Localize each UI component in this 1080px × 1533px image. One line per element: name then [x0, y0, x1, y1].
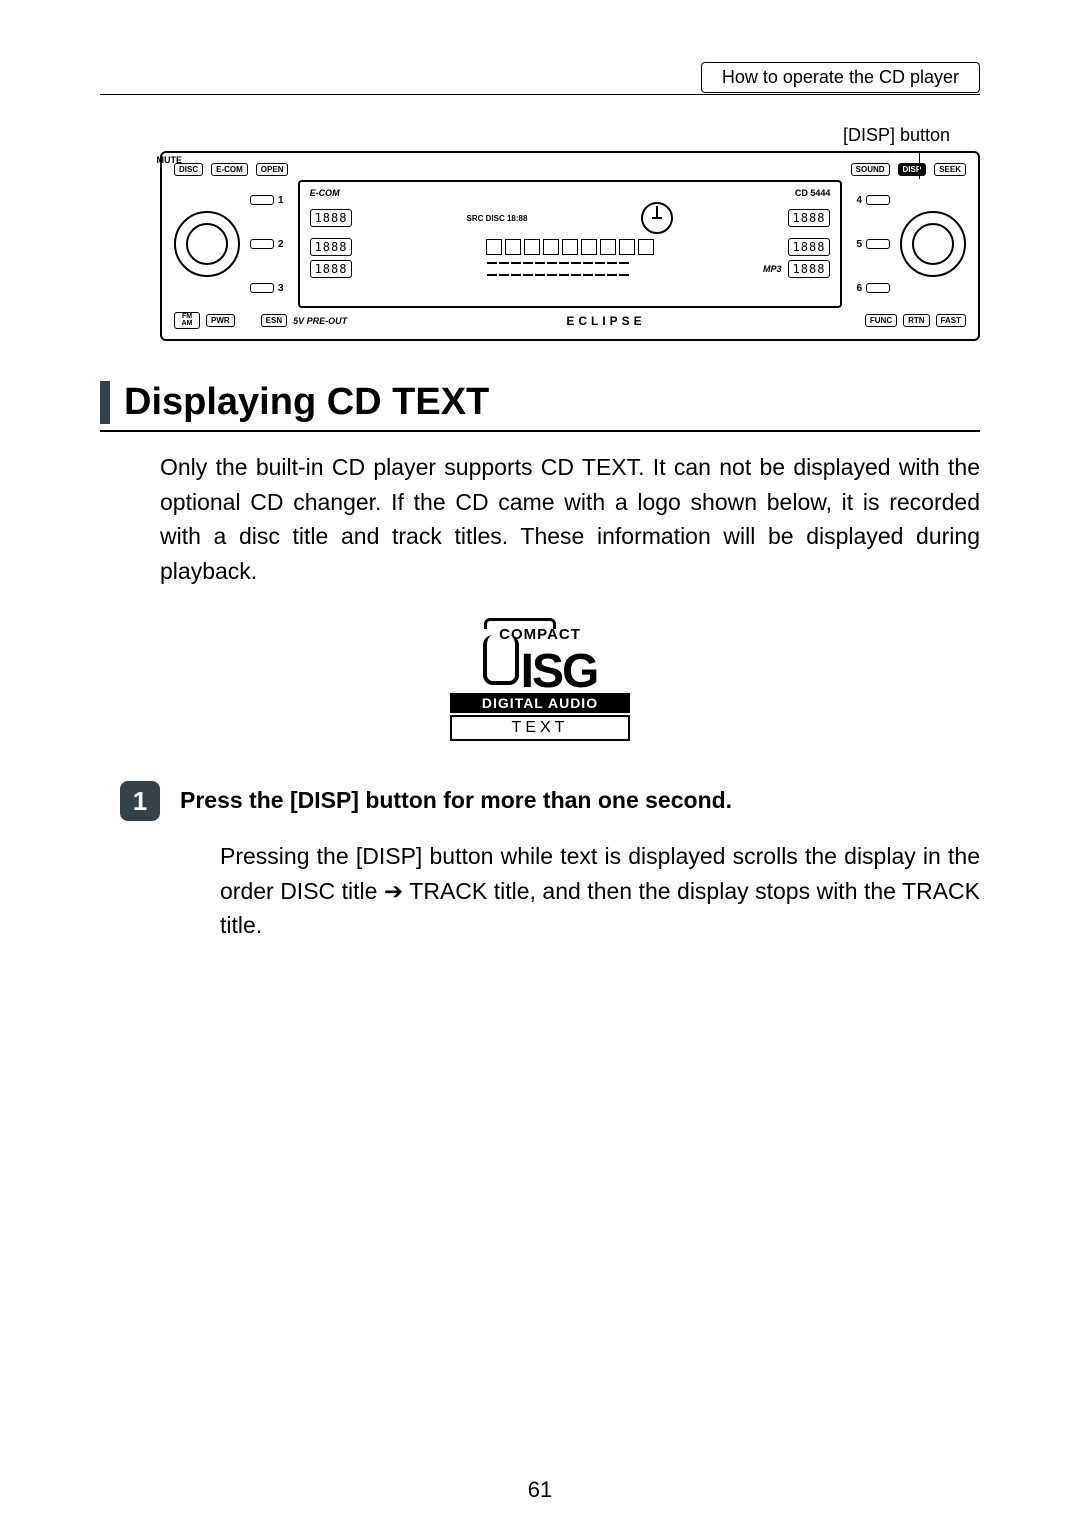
preout-label: 5V PRE-OUT: [293, 316, 347, 326]
lcd-matrix-row: [358, 239, 781, 255]
pwr-button: PWR: [206, 314, 235, 327]
preset-2: 2: [278, 239, 284, 250]
volume-knob: [174, 211, 240, 277]
select-knob: [900, 211, 966, 277]
lcd-brand: E-COM: [310, 188, 340, 198]
eclipse-brand: ECLIPSE: [566, 314, 645, 328]
preset-6: 6: [856, 283, 862, 294]
sound-button: SOUND: [851, 163, 890, 176]
ecom-button: E-COM: [211, 163, 248, 176]
callout-leader-line: [919, 151, 920, 179]
section-title: Displaying CD TEXT: [124, 381, 489, 424]
preset-col-right: 4 5 6: [856, 180, 890, 308]
step-title: Press the [DISP] button for more than on…: [180, 787, 732, 814]
device-bottom-row: FMAM PWR ESN 5V PRE-OUT ECLIPSE FUNC RTN…: [174, 312, 966, 329]
step-body: Pressing the [DISP] button while text is…: [220, 839, 980, 943]
logo-disc: ISG: [450, 643, 630, 693]
fm-am-button: FMAM: [174, 312, 200, 329]
open-button: OPEN: [256, 163, 289, 176]
preset-5: 5: [856, 239, 862, 250]
lcd-dial-icon: [641, 202, 673, 234]
preset-4: 4: [856, 195, 862, 206]
seg-1: 1888: [310, 209, 353, 227]
section-intro: Only the built-in CD player supports CD …: [160, 450, 980, 588]
manual-page: How to operate the CD player [DISP] butt…: [0, 0, 1080, 1533]
func-button: FUNC: [865, 314, 897, 327]
fast-button: FAST: [936, 314, 966, 327]
seg-r1: 1888: [788, 209, 831, 227]
seg-2: 1888: [310, 238, 353, 256]
device-top-row: DISC E-COM OPEN MUTE SOUND DISP SEEK: [174, 163, 966, 176]
preset-col-left: 1 2 3: [250, 180, 284, 308]
rtn-button: RTN: [903, 314, 929, 327]
cd-text-logo: COMPACT ISG DIGITAL AUDIO TEXT: [450, 618, 630, 741]
disp-button: DISP: [898, 163, 927, 176]
logo-isg: ISG: [521, 650, 598, 693]
page-number: 61: [0, 1477, 1080, 1503]
mp3-label: MP3: [763, 264, 782, 274]
lcd-bars: [358, 262, 757, 276]
cd-player-diagram: DISC E-COM OPEN MUTE SOUND DISP SEEK 1 2…: [160, 151, 980, 341]
seg-r3: 1888: [788, 260, 831, 278]
section-heading-row: Displaying CD TEXT: [100, 381, 980, 432]
logo-text: TEXT: [450, 715, 630, 741]
seek-button: SEEK: [934, 163, 966, 176]
preset-3: 3: [278, 283, 284, 294]
lcd-model: CD 5444: [795, 188, 831, 198]
device-mid-row: 1 2 3 E-COM CD 5444 1888 SRC DISC 18:88 …: [174, 180, 966, 308]
breadcrumb: How to operate the CD player: [701, 62, 980, 93]
arrow-icon: ➔: [384, 878, 403, 904]
mute-label: MUTE: [156, 155, 182, 165]
esn-button: ESN: [261, 314, 287, 327]
preset-1: 1: [278, 195, 284, 206]
logo-d-icon: [483, 635, 519, 685]
callout-text: [DISP] button: [843, 125, 950, 145]
logo-compact: COMPACT: [450, 618, 630, 643]
heading-bar: [100, 381, 110, 424]
lcd-tags: SRC DISC 18:88: [467, 214, 528, 223]
lcd-display: E-COM CD 5444 1888 SRC DISC 18:88 1888 1…: [298, 180, 843, 308]
step-1-row: 1 Press the [DISP] button for more than …: [120, 781, 980, 821]
step-number-badge: 1: [120, 781, 160, 821]
seg-r2: 1888: [788, 238, 831, 256]
page-header: How to operate the CD player: [100, 60, 980, 95]
seg-3: 1888: [310, 260, 353, 278]
logo-digital-audio: DIGITAL AUDIO: [450, 693, 630, 713]
disc-button: DISC: [174, 163, 203, 176]
disp-button-callout: [DISP] button: [160, 125, 980, 146]
